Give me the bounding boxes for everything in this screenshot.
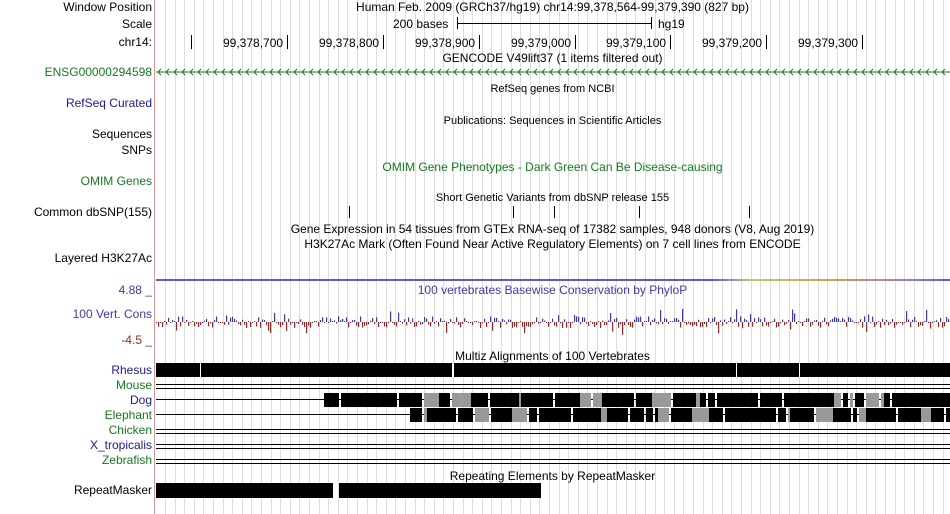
chromosome-label: chr14: xyxy=(118,35,152,49)
ruler-tick xyxy=(479,35,480,49)
species-label-elephant[interactable]: Elephant xyxy=(105,409,152,422)
ruler-tick xyxy=(287,35,288,49)
mouse-alignment[interactable] xyxy=(156,384,950,385)
scale-db: hg19 xyxy=(658,17,685,31)
zebrafish-alignment-line xyxy=(156,463,950,464)
ruler-position-label: 99,379,300 xyxy=(798,36,859,50)
ruler-tick xyxy=(575,35,576,49)
common-dbsnp-label[interactable]: Common dbSNP(155) xyxy=(34,206,152,219)
chicken-alignment-line xyxy=(156,433,950,434)
gencode-gene-label[interactable]: ENSG00000294598 xyxy=(45,66,152,79)
dog-alignment[interactable] xyxy=(324,393,950,407)
snp-marker[interactable] xyxy=(513,206,514,218)
conservation-min-value: -4.5 _ xyxy=(121,333,152,347)
publications-track-title: Publications: Sequences in Scientific Ar… xyxy=(443,115,662,127)
window-position-label: Window Position xyxy=(63,0,152,14)
chicken-alignment[interactable] xyxy=(156,429,950,430)
label-separator xyxy=(154,0,155,514)
dbsnp-track-title: Short Genetic Variants from dbSNP releas… xyxy=(435,192,670,204)
elephant-alignment[interactable] xyxy=(410,408,950,422)
ruler-position-label: 99,378,800 xyxy=(319,36,380,50)
ruler-position-label: 99,378,900 xyxy=(415,36,476,50)
ruler-tick xyxy=(191,35,192,49)
x-tropicalis-alignment-line xyxy=(156,448,950,449)
zebrafish-alignment[interactable] xyxy=(156,459,950,460)
species-label-x-tropicalis[interactable]: X_tropicalis xyxy=(90,439,152,452)
repeat-element[interactable] xyxy=(339,483,541,498)
scale-bar xyxy=(457,23,652,24)
scale-label: Scale xyxy=(121,17,152,31)
gtex-track-title: Gene Expression in 54 tissues from GTEx … xyxy=(290,222,815,236)
window-position-value: Human Feb. 2009 (GRCh37/hg19) chr14:99,3… xyxy=(356,0,749,14)
species-label-mouse[interactable]: Mouse xyxy=(116,379,152,392)
omim-genes-label[interactable]: OMIM Genes xyxy=(81,175,152,188)
ruler-position-label: 99,378,700 xyxy=(223,36,284,50)
h3k27ac-signal-line[interactable] xyxy=(156,279,950,281)
conservation-wiggle-plot[interactable] xyxy=(156,296,950,344)
refseq-curated-label[interactable]: RefSeq Curated xyxy=(66,97,152,110)
snp-marker[interactable] xyxy=(639,206,640,218)
conservation-track-title: 100 vertebrates Basewise Conservation by… xyxy=(417,283,688,297)
snp-marker[interactable] xyxy=(349,206,350,218)
sequences-label[interactable]: Sequences xyxy=(92,128,152,141)
snps-label[interactable]: SNPs xyxy=(121,144,152,157)
species-label-chicken[interactable]: Chicken xyxy=(109,424,152,437)
layered-h3k27ac-label[interactable]: Layered H3K27Ac xyxy=(55,252,152,265)
ruler-position-label: 99,379,100 xyxy=(606,36,667,50)
scale-bar-right-end xyxy=(651,17,652,29)
gencode-gene-feature[interactable] xyxy=(156,66,950,78)
omim-track-title: OMIM Gene Phenotypes - Dark Green Can Be… xyxy=(382,160,723,174)
h3k27ac-track-title: H3K27Ac Mark (Often Found Near Active Re… xyxy=(304,237,801,251)
ruler-position-label: 99,379,000 xyxy=(511,36,572,50)
scale-text: 200 bases xyxy=(393,17,449,31)
ruler-tick xyxy=(766,35,767,49)
rhesus-alignment[interactable] xyxy=(156,363,950,377)
repeatmasker-label[interactable]: RepeatMasker xyxy=(74,484,152,497)
snp-marker[interactable] xyxy=(554,206,555,218)
species-label-dog[interactable]: Dog xyxy=(130,394,152,407)
scale-bar-left-end xyxy=(457,17,458,29)
species-label-rhesus[interactable]: Rhesus xyxy=(111,364,152,377)
ruler-tick xyxy=(670,35,671,49)
species-label-zebrafish[interactable]: Zebrafish xyxy=(102,454,152,467)
ruler-tick xyxy=(862,35,863,49)
multiz-track-title: Multiz Alignments of 100 Vertebrates xyxy=(455,349,650,363)
snp-marker[interactable] xyxy=(749,206,750,218)
conservation-max-value: 4.88 _ xyxy=(118,283,152,297)
refseq-track-title: RefSeq genes from NCBI xyxy=(490,83,615,95)
ruler-position-label: 99,379,200 xyxy=(702,36,763,50)
ruler-tick xyxy=(383,35,384,49)
gencode-track-title: GENCODE V49lift37 (1 items filtered out) xyxy=(442,51,663,65)
conservation-track-label[interactable]: 100 Vert. Cons xyxy=(73,308,152,321)
repeatmasker-track-title: Repeating Elements by RepeatMasker xyxy=(449,469,656,483)
mouse-alignment-line xyxy=(156,388,950,389)
repeat-element[interactable] xyxy=(156,483,333,498)
x-tropicalis-alignment[interactable] xyxy=(156,444,950,445)
